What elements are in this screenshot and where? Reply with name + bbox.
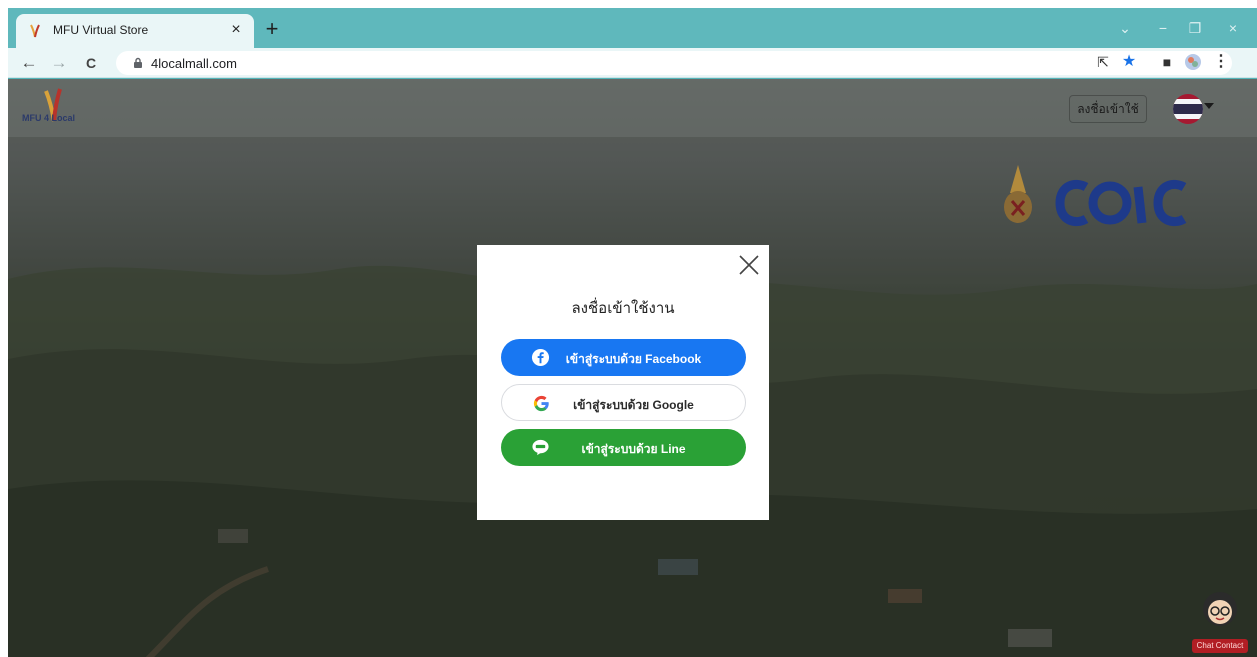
- url-text: 4localmall.com: [151, 56, 237, 71]
- browser-menu-icon[interactable]: ⋮: [1212, 53, 1230, 71]
- chat-contact-label: Chat Contact: [1192, 639, 1248, 653]
- reload-button[interactable]: C: [80, 52, 102, 74]
- facebook-login-label: เข้าสู่ระบบด้วย Facebook: [565, 352, 702, 366]
- browser-window: MFU Virtual Store × + ⌄ − ❐ × ← → C 4loc…: [8, 8, 1257, 657]
- tab-close-icon[interactable]: ×: [226, 20, 246, 40]
- window-close-button[interactable]: ×: [1218, 18, 1248, 38]
- modal-title: ลงชื่อเข้าใช้งาน: [571, 300, 675, 317]
- new-tab-button[interactable]: +: [260, 18, 284, 42]
- logo-text: MFU 4 Local: [22, 113, 75, 123]
- university-emblem: [1004, 165, 1032, 223]
- brand-mark-logo: [1055, 179, 1187, 227]
- side-panel-icon[interactable]: ■: [1158, 53, 1176, 71]
- site-logo[interactable]: MFU 4 Local: [20, 87, 80, 131]
- tab-search-icon[interactable]: ⌄: [1110, 18, 1140, 38]
- mfu-favicon-icon: [30, 24, 40, 38]
- line-login-button[interactable]: เข้าสู่ระบบด้วย Line: [501, 429, 746, 466]
- chat-avatar-icon: [1203, 592, 1237, 626]
- login-modal: ลงชื่อเข้าใช้งาน เข้าสู่ระบบด้วย Faceboo…: [477, 245, 769, 520]
- minimize-button[interactable]: −: [1148, 18, 1178, 38]
- site-header: MFU 4 Local ลงชื่อเข้าใช้: [8, 79, 1257, 137]
- bookmark-star-icon[interactable]: ★: [1120, 53, 1138, 71]
- facebook-login-button[interactable]: เข้าสู่ระบบด้วย Facebook: [501, 339, 746, 376]
- browser-toolbar: ← → C 4localmall.com ⇱ ★ ■ ⋮: [8, 48, 1257, 78]
- google-login-label: เข้าสู่ระบบด้วย Google: [573, 398, 694, 412]
- google-login-button[interactable]: เข้าสู่ระบบด้วย Google: [501, 384, 746, 421]
- language-dropdown-icon[interactable]: [1204, 103, 1214, 109]
- login-link[interactable]: ลงชื่อเข้าใช้: [1069, 95, 1147, 123]
- line-login-label: เข้าสู่ระบบด้วย Line: [581, 442, 686, 456]
- address-bar[interactable]: 4localmall.com: [116, 51, 1232, 75]
- back-button[interactable]: ←: [18, 52, 40, 74]
- browser-tab[interactable]: MFU Virtual Store ×: [16, 14, 254, 48]
- restore-button[interactable]: ❐: [1180, 18, 1210, 38]
- close-icon[interactable]: [737, 253, 761, 277]
- lock-icon: [134, 57, 142, 68]
- thai-flag-icon[interactable]: [1171, 92, 1205, 126]
- profile-avatar-icon[interactable]: [1184, 53, 1202, 71]
- page-viewport: MFU 4 Local ลงชื่อเข้าใช้ Chat Contact ล…: [8, 79, 1257, 657]
- chat-contact-widget[interactable]: Chat Contact: [1192, 579, 1248, 653]
- forward-button[interactable]: →: [48, 52, 70, 74]
- share-icon[interactable]: ⇱: [1094, 53, 1112, 71]
- tab-strip: MFU Virtual Store × + ⌄ − ❐ ×: [8, 8, 1257, 48]
- tab-title: MFU Virtual Store: [53, 23, 149, 37]
